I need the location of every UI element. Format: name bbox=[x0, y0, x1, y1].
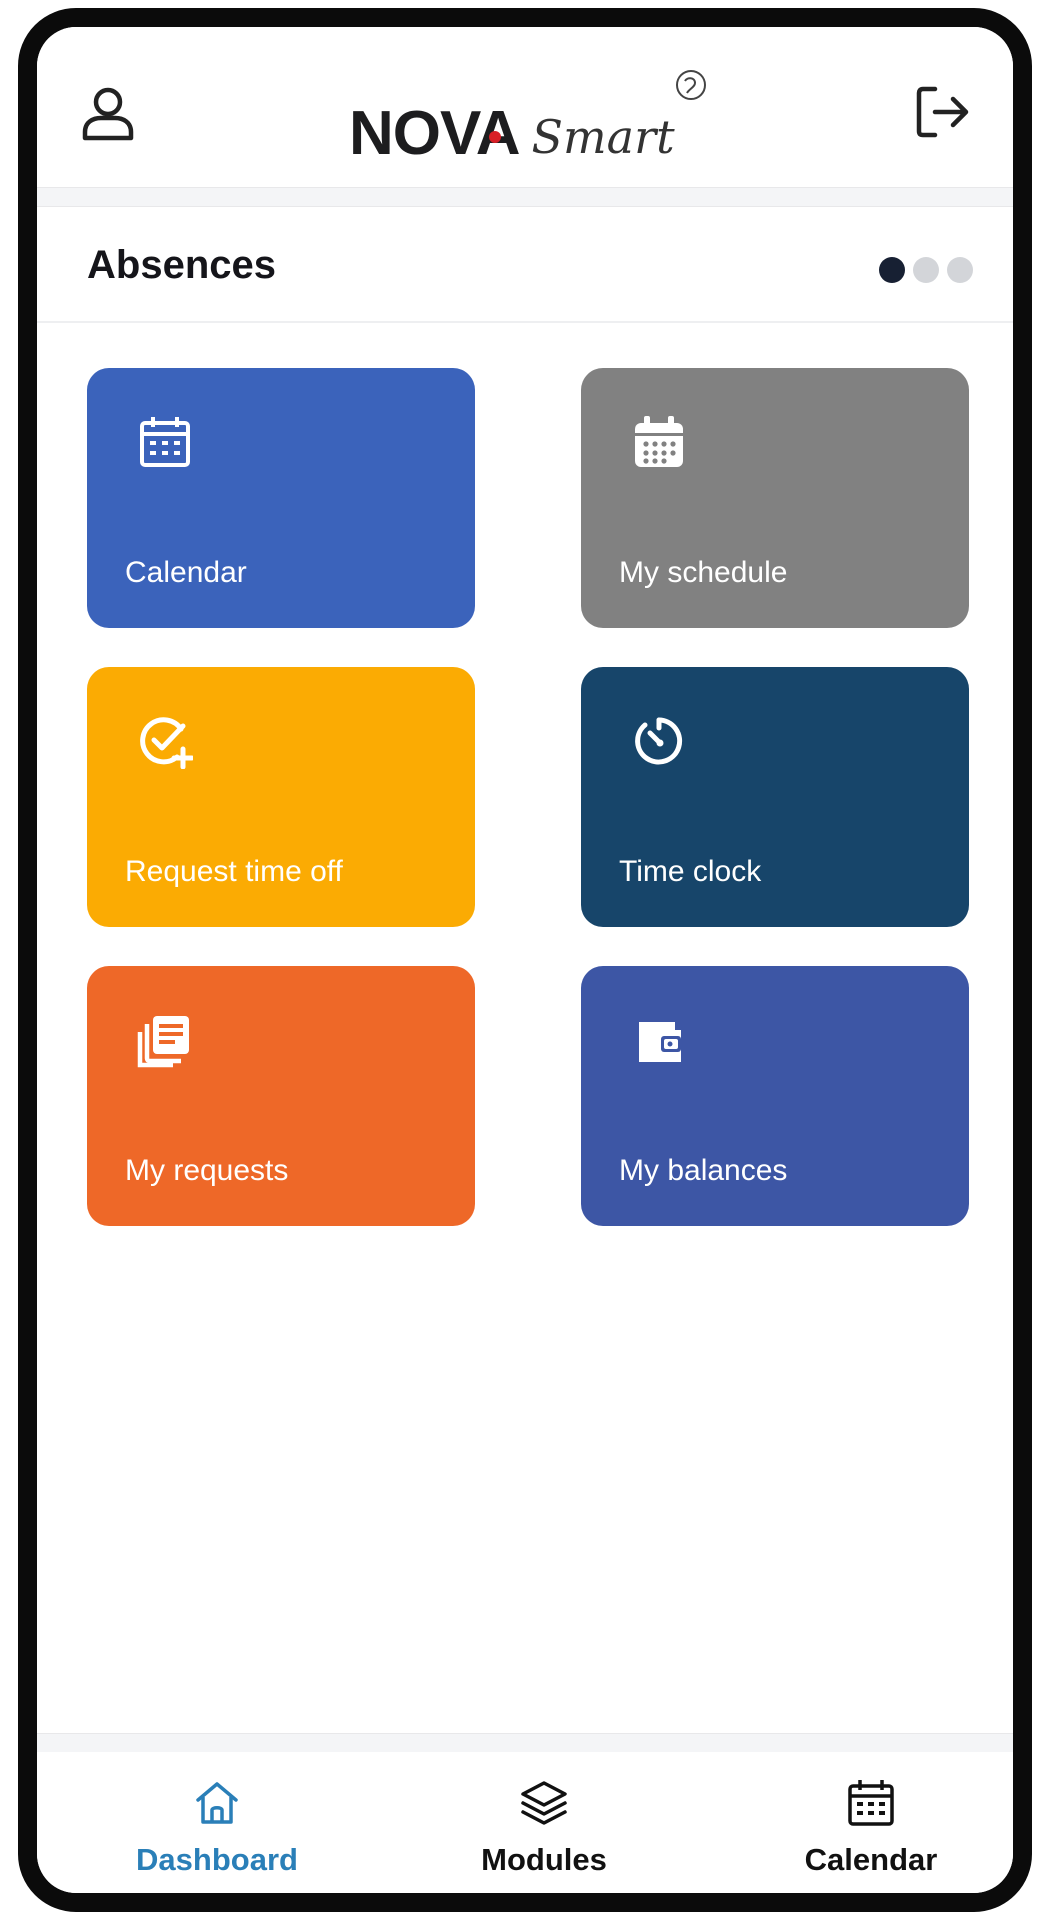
logo-accent-dot bbox=[489, 131, 501, 143]
home-icon bbox=[196, 1782, 238, 1824]
nav-divider bbox=[37, 1733, 1013, 1753]
nav-dashboard[interactable]: Dashboard bbox=[87, 1752, 347, 1892]
my-balances-tile-label: My balances bbox=[619, 1154, 788, 1187]
time-clock-tile[interactable]: Time clock bbox=[581, 667, 969, 927]
my-balances-tile[interactable]: My balances bbox=[581, 966, 969, 1226]
calendar-icon bbox=[140, 417, 190, 467]
calendar-tile-label: Calendar bbox=[125, 556, 247, 589]
header-divider bbox=[37, 187, 1013, 207]
my-requests-tile[interactable]: My requests bbox=[87, 966, 475, 1226]
wallet-icon bbox=[639, 1022, 681, 1062]
nav-calendar[interactable]: Calendar bbox=[741, 1752, 1001, 1892]
my-requests-tile-label: My requests bbox=[125, 1154, 289, 1187]
layers-icon bbox=[521, 1781, 567, 1825]
request-time-off-tile-label: Request time off bbox=[125, 855, 343, 888]
nav-dashboard-label: Dashboard bbox=[136, 1842, 298, 1877]
check-plus-icon bbox=[140, 717, 193, 769]
my-schedule-tile[interactable]: My schedule bbox=[581, 368, 969, 628]
page-dot-3[interactable] bbox=[947, 257, 973, 283]
nav-modules-label: Modules bbox=[481, 1842, 607, 1877]
profile-button[interactable] bbox=[77, 82, 139, 144]
bottom-navigation: Dashboard Modules Calendar bbox=[37, 1752, 1013, 1893]
phone-frame: NOVA Smart Absences Calendar My schedule… bbox=[18, 8, 1032, 1912]
section-header: Absences bbox=[37, 207, 1013, 323]
nav-modules[interactable]: Modules bbox=[414, 1752, 674, 1892]
my-schedule-tile-label: My schedule bbox=[619, 556, 788, 589]
page-dot-2[interactable] bbox=[913, 257, 939, 283]
user-icon bbox=[82, 87, 134, 141]
calendar-tile[interactable]: Calendar bbox=[87, 368, 475, 628]
logout-icon bbox=[916, 86, 969, 138]
time-clock-tile-label: Time clock bbox=[619, 855, 762, 888]
nav-calendar-label: Calendar bbox=[804, 1842, 938, 1877]
app-logo: NOVA Smart bbox=[349, 70, 709, 165]
page-dot-1[interactable] bbox=[879, 257, 905, 283]
timer-icon bbox=[635, 717, 683, 765]
logout-button[interactable] bbox=[909, 79, 975, 145]
page-indicator bbox=[879, 257, 973, 283]
section-title: Absences bbox=[87, 243, 276, 287]
app-header: NOVA Smart bbox=[37, 27, 1013, 187]
requests-icon bbox=[137, 1016, 189, 1068]
request-time-off-tile[interactable]: Request time off bbox=[87, 667, 475, 927]
logo-mark-icon bbox=[676, 70, 706, 100]
calendar-grid-icon bbox=[635, 416, 683, 467]
calendar-icon bbox=[848, 1780, 894, 1826]
logo-product: Smart bbox=[531, 110, 675, 164]
